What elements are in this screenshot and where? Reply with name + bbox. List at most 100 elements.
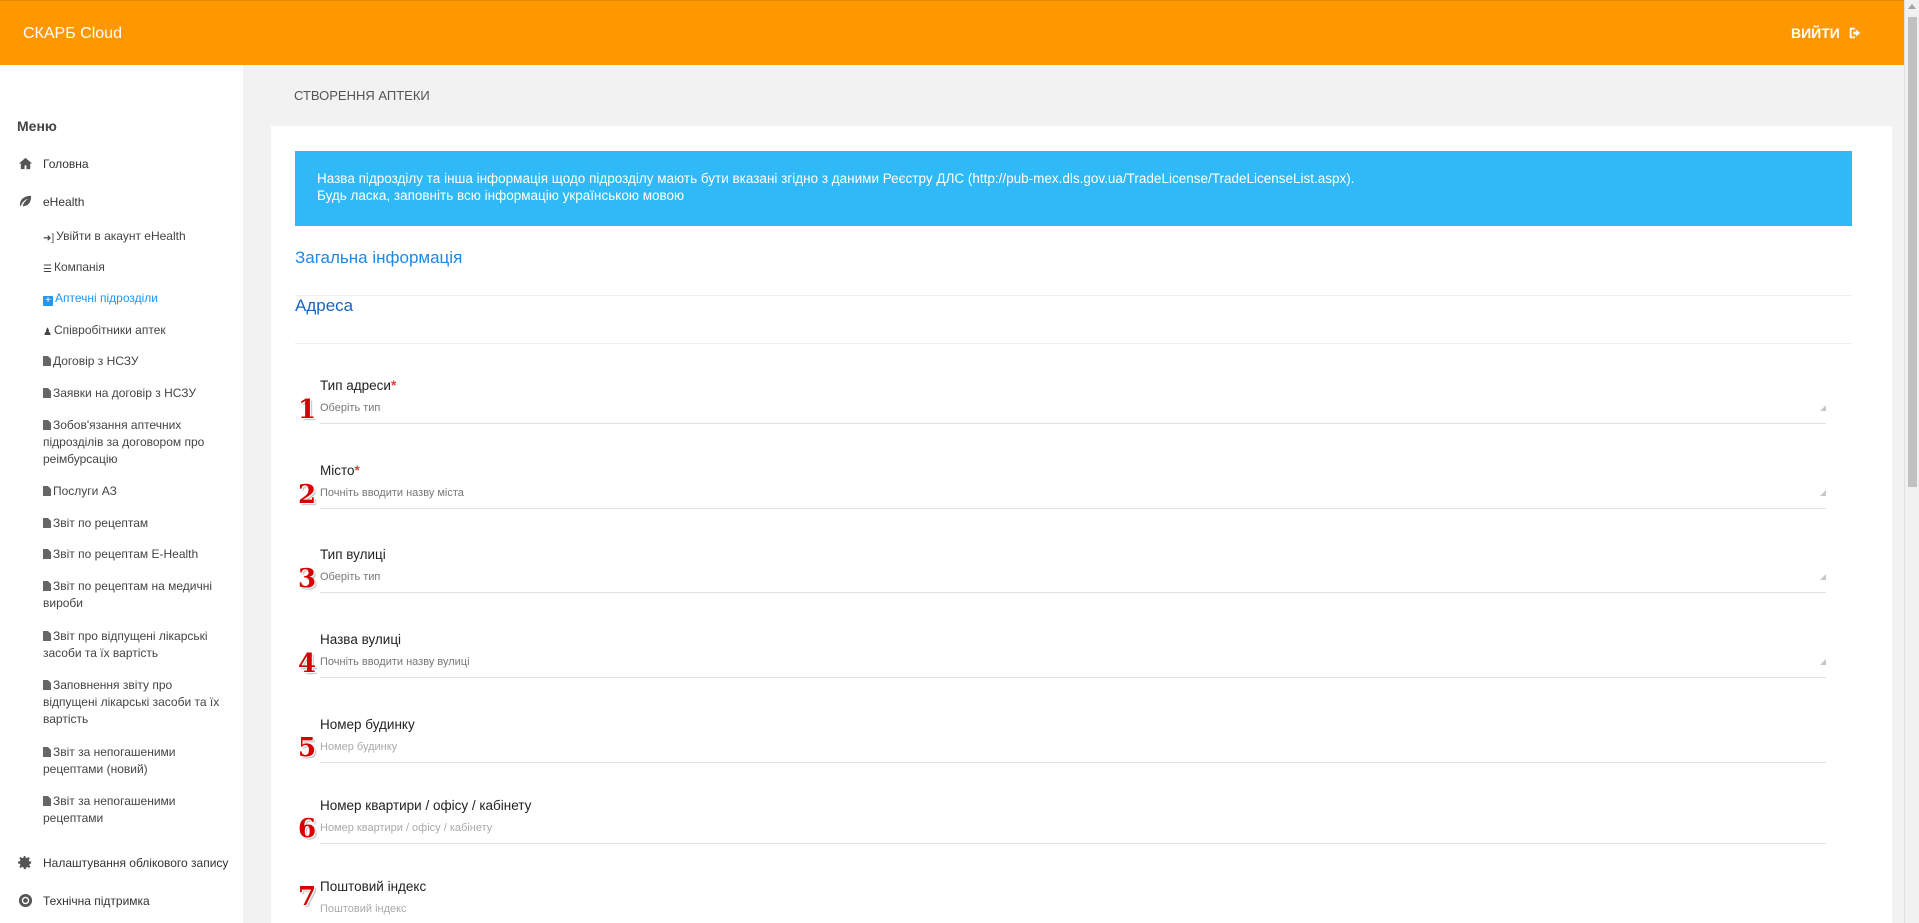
sidebar-subitem-label: Звіт по рецептам на медичні вироби	[43, 579, 213, 610]
sidebar-subitem-unredeemed-new[interactable]: Звіт за непогашеними рецептами (новий)	[43, 744, 223, 778]
label-text: Місто	[320, 463, 355, 478]
city-input[interactable]: Почніть вводити назву міста	[320, 487, 1826, 509]
field-label: Тип вулиці	[320, 547, 386, 562]
sidebar-subitem-label: Співробітники аптек	[53, 323, 166, 337]
sidebar-subitem-pharmacy-staff[interactable]: ♟ Співробітники аптек	[43, 322, 223, 341]
menu-title: Меню	[17, 118, 57, 134]
home-icon	[18, 157, 33, 170]
sidebar-subitem-obligations[interactable]: Зобов'язання аптечних підрозділів за дог…	[43, 417, 223, 468]
sign-in-icon: ➜]	[43, 233, 55, 244]
label-text: Тип адреси	[320, 378, 391, 393]
user-icon: ♟	[43, 327, 52, 338]
section-address[interactable]: Адреса	[295, 296, 1852, 344]
select-value: Оберіть тип	[320, 402, 381, 414]
life-ring-icon	[18, 893, 33, 908]
street-type-field: Тип вулиці Оберіть тип	[320, 547, 1826, 593]
city-field: Місто* Почніть вводити назву міста	[320, 463, 1826, 509]
file-icon	[43, 549, 51, 559]
field-label: Номер квартири / офісу / кабінету	[320, 798, 532, 813]
file-icon	[43, 486, 51, 496]
input-placeholder: Поштовий індекс	[320, 903, 407, 915]
sidebar-item-ehealth[interactable]: eHealth	[18, 194, 84, 209]
sidebar-subitem-contract-requests[interactable]: Заявки на договір з НСЗУ	[43, 385, 223, 402]
sidebar-subitem-label: Звіт по рецептам	[53, 516, 149, 530]
sidebar: Меню Головна eHealth ➜] Увійти в акаунт e…	[0, 65, 243, 923]
sidebar-subitem-label: Заявки на договір з НСЗУ	[53, 386, 196, 400]
sidebar-subitem-label: Аптечні підрозділи	[55, 291, 159, 305]
sidebar-subitem-medical-devices-report[interactable]: Звіт по рецептам на медичні вироби	[43, 578, 223, 612]
sidebar-subitem-label: Послуги АЗ	[53, 484, 117, 498]
file-icon	[43, 388, 51, 398]
brand-logo[interactable]: СКАРБ Cloud	[23, 25, 122, 43]
resize-handle-icon	[1820, 405, 1826, 411]
file-icon	[43, 631, 51, 641]
sidebar-item-label: Технічна підтримка	[43, 893, 150, 908]
sidebar-subitem-fill-dispensed-report[interactable]: Заповнення звіту про відпущені лікарські…	[43, 677, 223, 728]
file-icon	[43, 518, 51, 528]
sidebar-subitem-label: Компанія	[53, 260, 105, 274]
sidebar-subitem-company[interactable]: ☰ Компанія	[43, 259, 223, 278]
sidebar-subitem-pharmacy-units[interactable]: + Аптечні підрозділи	[43, 290, 223, 307]
street-name-input[interactable]: Почніть вводити назву вулиці	[320, 656, 1826, 678]
apartment-input[interactable]: Номер квартири / офісу / кабінету	[320, 822, 1826, 844]
input-placeholder: Номер будинку	[320, 741, 398, 753]
file-icon	[43, 420, 51, 430]
sidebar-subitem-label: Договір з НСЗУ	[53, 354, 139, 368]
field-label: Поштовий індекс	[320, 879, 427, 894]
plus-square-icon: +	[43, 296, 53, 306]
field-number-3: 3	[298, 564, 317, 594]
field-label: Місто*	[320, 463, 1826, 478]
file-icon	[43, 581, 51, 591]
sidebar-subitem-services[interactable]: Послуги АЗ	[43, 483, 223, 500]
form-card: Назва підрозділу та інша інформація щодо…	[271, 126, 1892, 923]
field-label: Номер будинку	[320, 717, 415, 732]
select-value: Оберіть тип	[320, 571, 381, 583]
sign-out-icon	[1849, 27, 1861, 39]
house-number-input[interactable]: Номер будинку	[320, 741, 1826, 763]
postal-code-input[interactable]: Поштовий індекс	[320, 903, 1826, 923]
field-number-1: 1	[298, 395, 317, 425]
input-value: Почніть вводити назву вулиці	[320, 656, 470, 668]
field-number-4: 4	[298, 649, 317, 679]
file-icon	[43, 356, 51, 366]
sidebar-subitem-label: Звіт за непогашеними рецептами	[43, 794, 176, 825]
sidebar-item-label: Налаштування облікового запису	[43, 855, 229, 870]
sidebar-subitem-nszu-contract[interactable]: Договір з НСЗУ	[43, 353, 223, 370]
resize-handle-icon	[1820, 574, 1826, 580]
logout-button[interactable]: ВИЙТИ	[1791, 25, 1862, 41]
info-banner: Назва підрозділу та інша інформація щодо…	[295, 151, 1852, 226]
sidebar-subitem-ehealth-report[interactable]: Звіт по рецептам E-Health	[43, 546, 223, 563]
sidebar-subitem-label: Зобов'язання аптечних підрозділів за дог…	[43, 418, 205, 466]
sidebar-subitem-prescription-report[interactable]: Звіт по рецептам	[43, 515, 223, 532]
banner-line-2: Будь ласка, заповніть всю інформацію укр…	[317, 188, 685, 203]
sidebar-subitem-label: Заповнення звіту про відпущені лікарські…	[43, 678, 220, 726]
file-icon	[43, 747, 51, 757]
page-scrollbar[interactable]	[1904, 0, 1919, 923]
resize-handle-icon	[1820, 659, 1826, 665]
sidebar-item-label: eHealth	[43, 194, 85, 209]
sidebar-item-support[interactable]: Технічна підтримка	[18, 893, 150, 908]
file-icon	[43, 680, 51, 690]
logout-label: ВИЙТИ	[1791, 25, 1840, 41]
street-type-select[interactable]: Оберіть тип	[320, 571, 1826, 593]
scroll-up-arrow-icon[interactable]	[1908, 4, 1916, 9]
sidebar-subitem-label: Звіт за непогашеними рецептами (новий)	[43, 745, 176, 776]
sidebar-subitem-label: Звіт по рецептам E-Health	[53, 547, 199, 561]
address-type-field: Тип адреси* Оберіть тип	[320, 378, 1826, 424]
section-general-info[interactable]: Загальна інформація	[295, 248, 1852, 296]
address-type-select[interactable]: Оберіть тип	[320, 402, 1826, 424]
sidebar-subitem-label: Увійти в акаунт eHealth	[56, 229, 186, 243]
required-mark: *	[390, 378, 397, 393]
sidebar-item-home[interactable]: Головна	[18, 156, 89, 171]
field-label: Тип адреси*	[320, 378, 1826, 393]
banner-line-1: Назва підрозділу та інша інформація щодо…	[317, 171, 1355, 186]
sidebar-subitem-unredeemed[interactable]: Звіт за непогашеними рецептами	[43, 793, 223, 827]
gear-icon	[18, 855, 32, 870]
required-mark: *	[354, 463, 360, 478]
sidebar-subitem-dispensed-report[interactable]: Звіт про відпущені лікарські засоби та ї…	[43, 628, 223, 662]
sidebar-item-account-settings[interactable]: Налаштування облікового запису	[18, 855, 228, 870]
field-number-2: 2	[298, 480, 317, 510]
sidebar-subitem-login-ehealth[interactable]: ➜] Увійти в акаунт eHealth	[43, 228, 223, 247]
scrollbar-thumb[interactable]	[1908, 17, 1917, 487]
resize-handle-icon	[1820, 490, 1826, 496]
